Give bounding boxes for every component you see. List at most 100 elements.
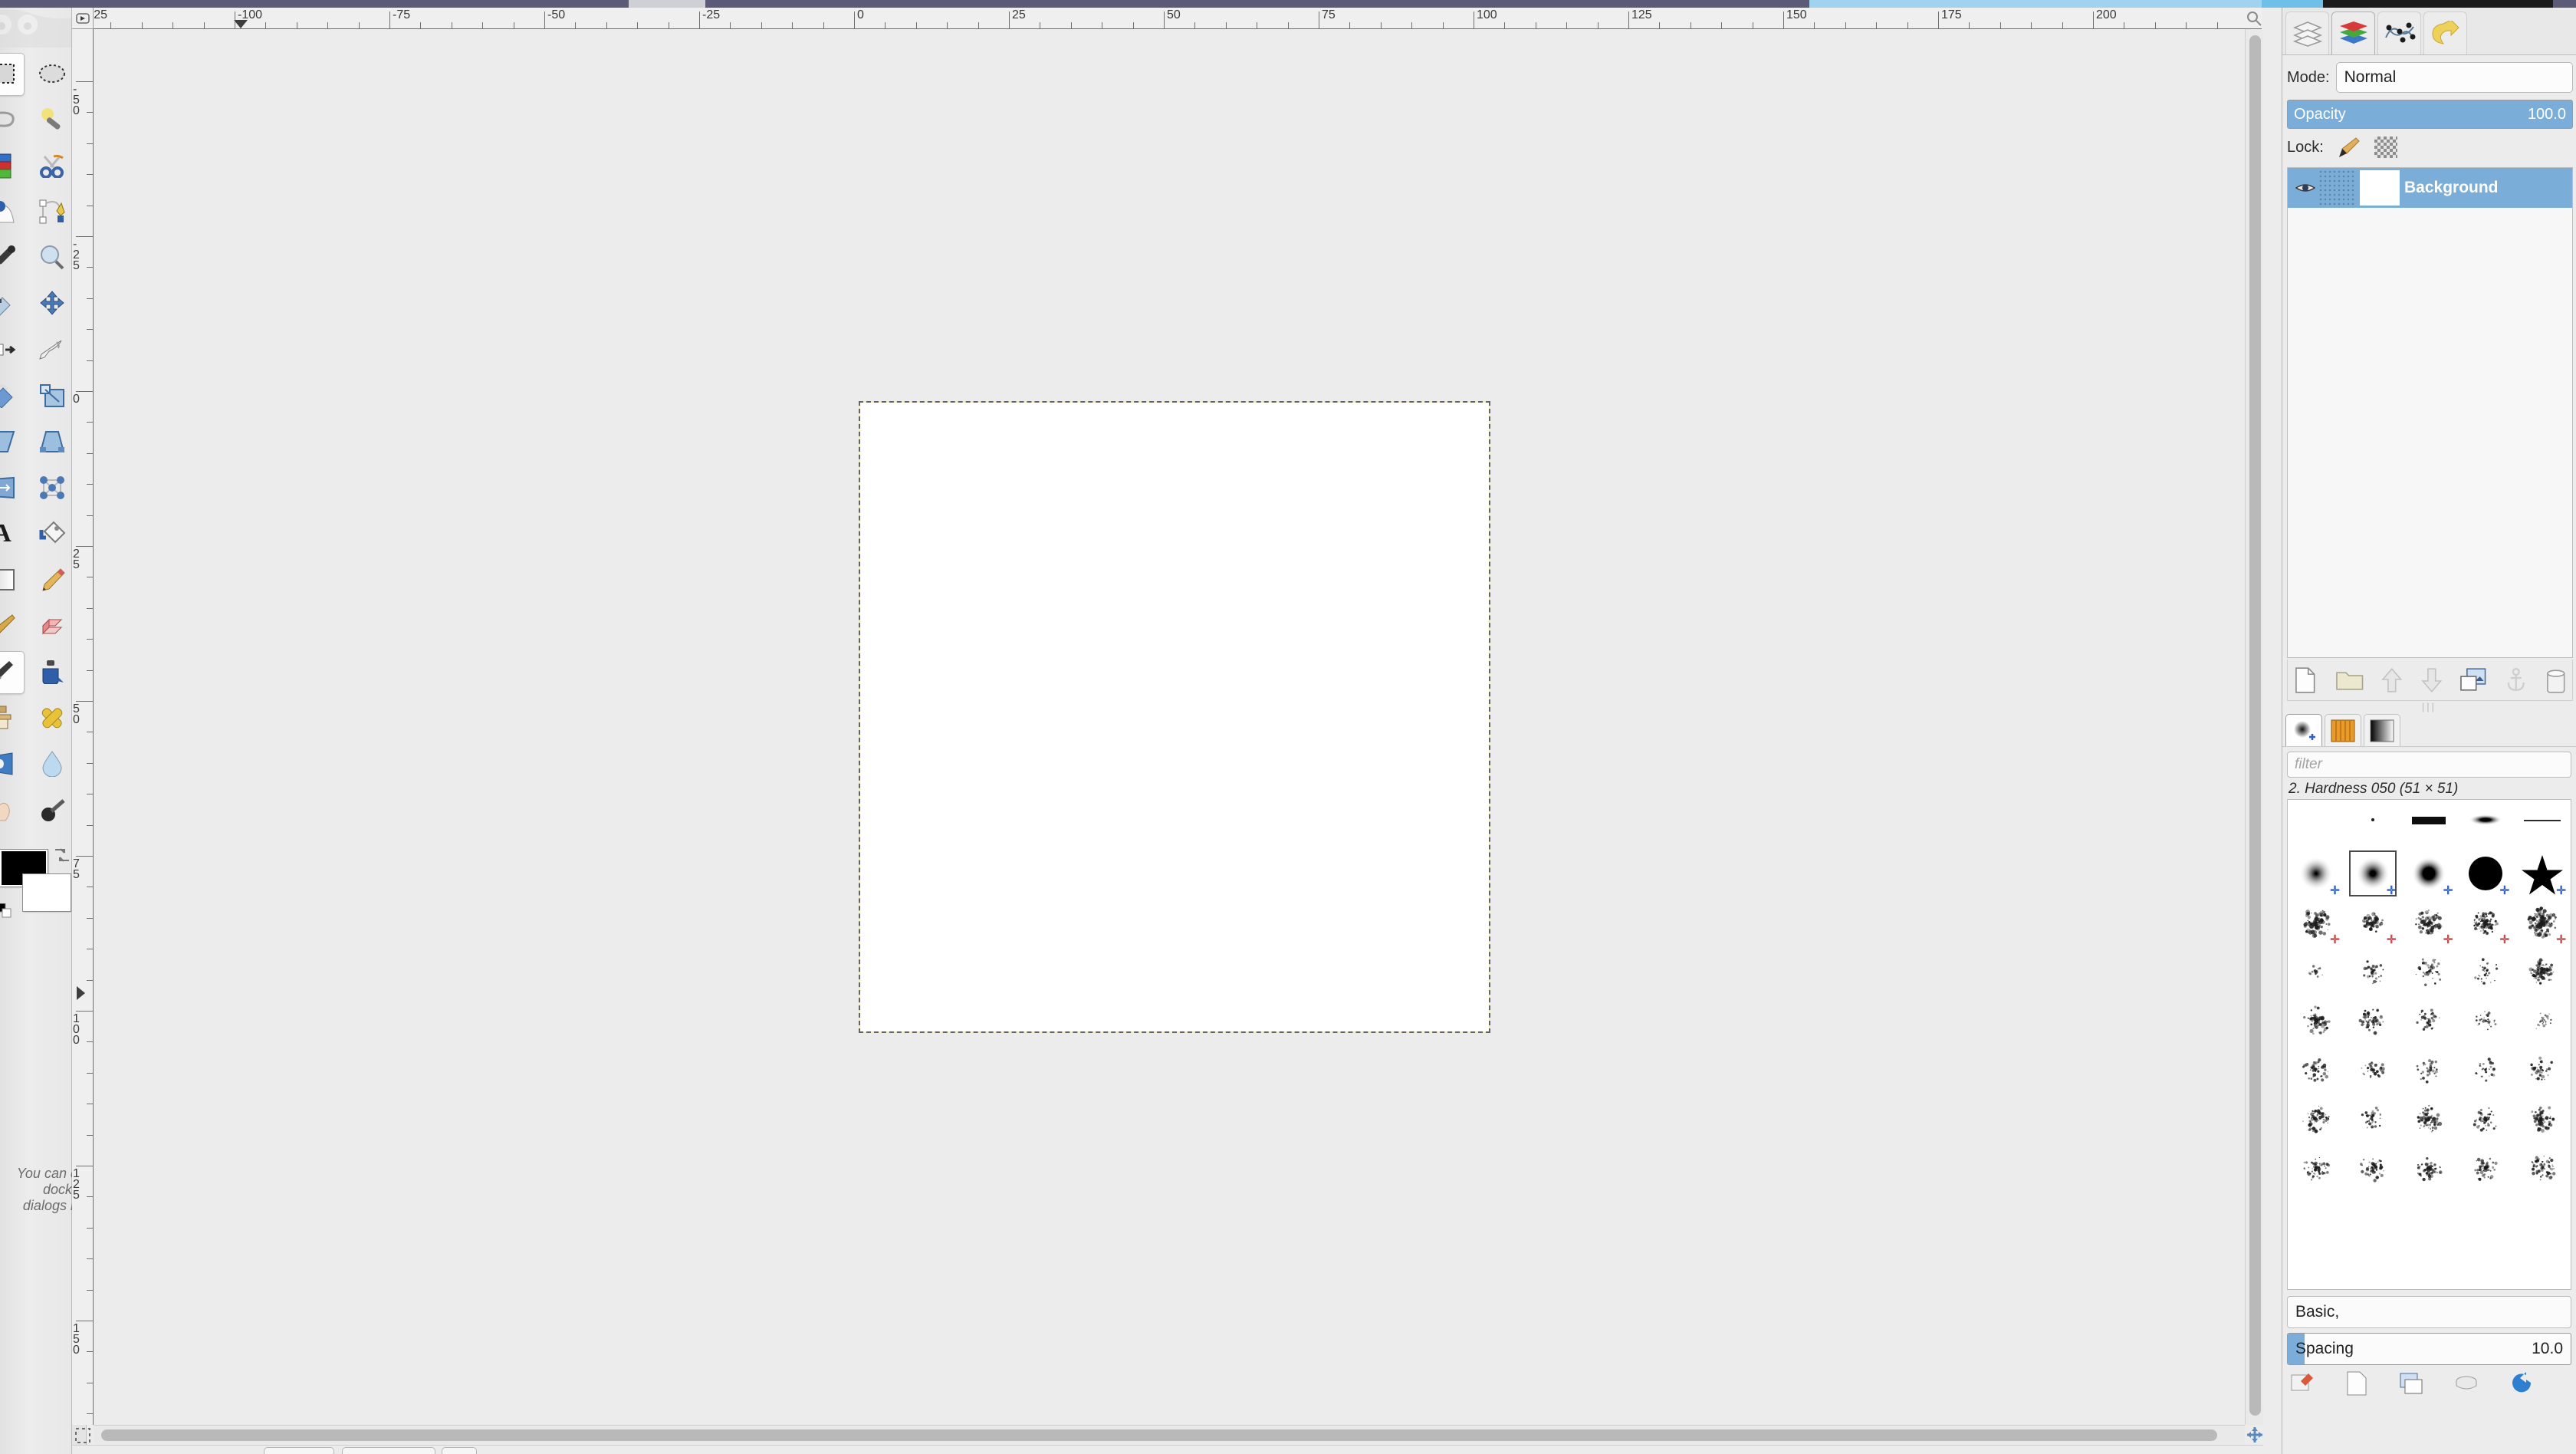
background-color-swatch[interactable] (23, 874, 71, 911)
brush-swatch[interactable] (2401, 1143, 2458, 1192)
perspective-tool[interactable] (27, 419, 72, 465)
vertical-scrollbar-thumb[interactable] (2249, 35, 2261, 1416)
brush-swatch[interactable] (2288, 996, 2344, 1045)
brushes-tab[interactable] (2285, 714, 2322, 746)
brush-swatch[interactable] (2457, 947, 2514, 996)
channels-tab[interactable] (2331, 12, 2375, 54)
alignment-tool[interactable] (0, 327, 27, 373)
ink-tool[interactable] (27, 649, 72, 695)
paths-tab[interactable] (2377, 12, 2421, 54)
canvas-viewport[interactable] (94, 29, 2262, 1425)
brush-swatch[interactable] (2288, 947, 2344, 996)
color-picker-tool[interactable] (0, 235, 27, 281)
brush-swatch[interactable]: ✛ (2457, 849, 2514, 898)
tool-grid[interactable]: A (0, 51, 72, 833)
edit-brush-button[interactable] (2290, 1372, 2315, 1395)
layer-toolbar[interactable] (2287, 660, 2573, 701)
brush-swatch[interactable] (2401, 1094, 2458, 1143)
brush-swatch[interactable] (2514, 1045, 2571, 1094)
rotate-tool[interactable] (0, 373, 27, 419)
heal-tool[interactable] (27, 695, 72, 741)
quick-mask-toggle-icon[interactable] (74, 1426, 92, 1445)
anchor-layer-button[interactable] (2504, 667, 2528, 693)
brushes-dock-tabs[interactable] (2282, 712, 2576, 747)
layers-dock-tabs[interactable] (2282, 8, 2576, 55)
patterns-tab[interactable] (2325, 714, 2361, 746)
dodge-burn-tool[interactable] (27, 787, 72, 833)
shear-tool[interactable] (0, 419, 27, 465)
delete-layer-button[interactable] (2545, 667, 2568, 693)
fuzzy-select-tool[interactable] (27, 97, 72, 143)
status-control-2[interactable] (342, 1447, 435, 1454)
horizontal-scrollbar-thumb[interactable] (101, 1429, 2217, 1441)
text-tool[interactable]: A (0, 511, 27, 557)
scissors-select-tool[interactable] (27, 143, 72, 189)
undo-history-tab[interactable] (2423, 12, 2467, 54)
duplicate-layer-button[interactable] (2459, 667, 2487, 693)
refresh-brushes-button[interactable] (2509, 1372, 2534, 1395)
measure-tool[interactable] (0, 281, 27, 327)
smudge-tool[interactable] (0, 787, 27, 833)
brush-swatch[interactable]: ✛ (2288, 849, 2344, 898)
brush-swatch[interactable]: ✛ (2401, 898, 2458, 947)
brush-swatch[interactable] (2401, 947, 2458, 996)
raise-layer-button[interactable] (2380, 667, 2404, 693)
free-select-tool[interactable] (0, 97, 27, 143)
flip-tool[interactable] (0, 465, 27, 511)
crop-tool[interactable] (27, 327, 72, 373)
zoom-tool[interactable] (27, 235, 72, 281)
dock-separator-grip[interactable]: ||| (2282, 701, 2576, 712)
vertical-scrollbar[interactable] (2245, 29, 2263, 1425)
perspective-clone-tool[interactable] (0, 741, 27, 787)
delete-brush-button[interactable] (2454, 1373, 2479, 1393)
lock-pixels-brush-icon[interactable] (2338, 137, 2361, 158)
default-colors-icon[interactable] (0, 903, 12, 919)
layer-list[interactable]: Background (2287, 167, 2573, 658)
ruler-origin-button[interactable] (72, 8, 94, 29)
rect-select-tool[interactable] (0, 51, 27, 97)
duplicate-brush-button[interactable] (2399, 1372, 2423, 1395)
by-color-select-tool[interactable] (0, 143, 27, 189)
brush-swatch[interactable] (2514, 1094, 2571, 1143)
brush-swatch[interactable] (2344, 1094, 2401, 1143)
brush-swatch[interactable] (2514, 1143, 2571, 1192)
brush-grid[interactable]: ✛✛✛✛✛✛✛✛✛✛ (2287, 799, 2571, 1290)
brush-swatch[interactable] (2288, 800, 2344, 849)
layer-chain-column[interactable] (2337, 169, 2355, 206)
scale-tool[interactable] (27, 373, 72, 419)
brush-spacing-slider[interactable]: Spacing 10.0 (2287, 1333, 2571, 1365)
zoom-image-window-icon[interactable] (2246, 11, 2262, 26)
brush-filter-input[interactable]: filter (2287, 752, 2571, 778)
layer-visibility-icon[interactable] (2292, 182, 2318, 194)
brush-swatch[interactable] (2401, 1045, 2458, 1094)
new-layer-button[interactable] (2292, 666, 2318, 694)
vertical-ruler[interactable]: -50-250255075100125150 (72, 29, 94, 1425)
brush-swatch[interactable] (2514, 800, 2571, 849)
brush-swatch[interactable] (2288, 1045, 2344, 1094)
move-tool[interactable] (27, 281, 72, 327)
layers-tab[interactable] (2285, 12, 2329, 54)
table-row[interactable]: Background (2288, 168, 2572, 208)
brush-swatch[interactable] (2401, 996, 2458, 1045)
brush-swatch[interactable] (2514, 996, 2571, 1045)
swap-colors-icon[interactable] (52, 845, 72, 865)
airbrush-tool[interactable] (0, 649, 27, 695)
mode-combobox[interactable]: Normal (2336, 62, 2573, 93)
status-control-1[interactable] (264, 1447, 334, 1454)
blur-sharpen-tool[interactable] (27, 741, 72, 787)
cage-transform-tool[interactable] (27, 465, 72, 511)
brush-swatch[interactable] (2401, 800, 2458, 849)
brush-swatch[interactable] (2457, 996, 2514, 1045)
paintbrush-tool[interactable] (0, 603, 27, 649)
color-area[interactable] (0, 845, 72, 933)
new-layer-group-button[interactable] (2335, 668, 2364, 692)
brush-swatch[interactable] (2344, 947, 2401, 996)
ellipse-select-tool[interactable] (27, 51, 72, 97)
bucket-fill-tool[interactable] (27, 511, 72, 557)
brush-swatch[interactable]: ✛ (2288, 898, 2344, 947)
brush-swatch[interactable] (2457, 1143, 2514, 1192)
paths-tool[interactable] (27, 189, 72, 235)
brush-swatch[interactable]: ✛ (2344, 898, 2401, 947)
gradients-tab[interactable] (2364, 714, 2400, 746)
pencil-tool[interactable] (27, 557, 72, 603)
